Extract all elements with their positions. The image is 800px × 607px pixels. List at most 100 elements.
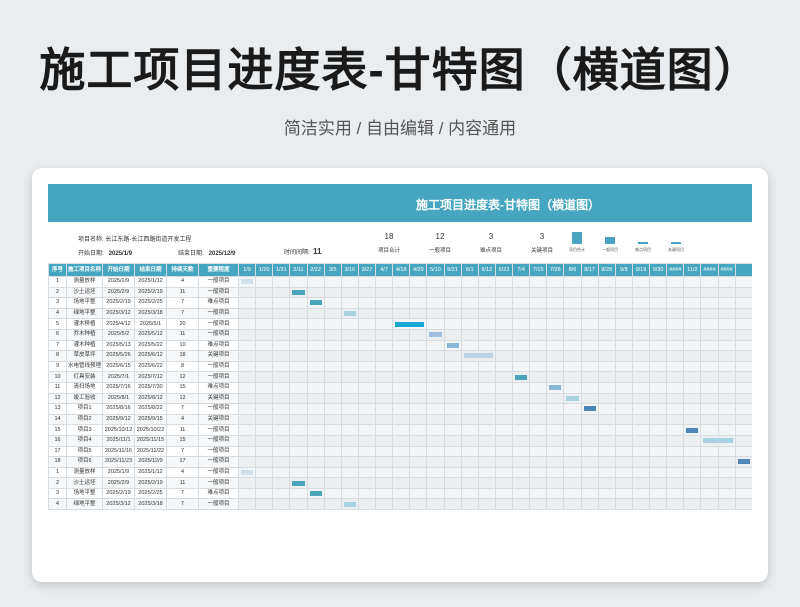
cell-days[interactable]: 18 [166, 350, 199, 362]
cell-level[interactable]: 关键项目 [198, 392, 239, 405]
cell-no[interactable]: 1 [48, 466, 67, 479]
cell-start[interactable]: 2025/1/9 [102, 276, 135, 288]
cell-level[interactable]: 一般项目 [198, 307, 239, 320]
cell-no[interactable]: 11 [48, 381, 67, 394]
cell-name[interactable]: 项目6 [66, 456, 103, 468]
cell-level[interactable]: 一般项目 [198, 286, 239, 299]
cell-end[interactable]: 2025/2/25 [134, 297, 167, 309]
cell-start[interactable]: 2025/2/9 [102, 477, 135, 489]
date-column-header[interactable]: 2/22 [306, 263, 325, 277]
date-column-header[interactable]: 4/18 [392, 263, 411, 277]
cell-days[interactable]: 20 [166, 318, 199, 330]
table-row[interactable]: 8 草皮草坪 2025/5/26 2025/6/12 18 关键项目 [48, 350, 752, 362]
cell-level[interactable]: 一般项目 [198, 360, 239, 373]
column-header[interactable]: 施工项目名称 [66, 263, 103, 277]
date-column-header[interactable] [734, 263, 752, 277]
cell-level[interactable]: 难点项目 [198, 487, 239, 500]
cell-days[interactable]: 7 [166, 445, 199, 458]
date-column-header[interactable]: 1/31 [272, 263, 291, 277]
cell-no[interactable]: 1 [48, 276, 67, 288]
cell-days[interactable]: 4 [166, 413, 199, 426]
cell-name[interactable]: 灌木种植 [66, 339, 103, 352]
cell-start[interactable]: 2025/9/12 [102, 413, 135, 426]
date-column-header[interactable]: 5/10 [426, 263, 445, 277]
cell-no[interactable]: 6 [48, 328, 67, 341]
table-row[interactable]: 14 项目2 2025/9/12 2025/9/15 4 关键项目 [48, 413, 752, 426]
cell-level[interactable]: 一般项目 [198, 456, 239, 468]
table-row[interactable]: 18 项目6 2025/11/23 2025/12/9 17 一般项目 [48, 456, 752, 468]
table-row[interactable]: 6 乔木种植 2025/5/2 2025/5/12 11 一般项目 [48, 328, 752, 341]
cell-no[interactable]: 8 [48, 350, 67, 362]
cell-start[interactable]: 2025/4/12 [102, 318, 135, 330]
end-date-value[interactable]: 2025/12/9 [209, 251, 236, 257]
column-header[interactable]: 重要程度 [198, 263, 239, 277]
project-name-value[interactable]: 长江东路-长江西路街道开发工程 [105, 237, 191, 243]
cell-end[interactable]: 2025/5/12 [134, 328, 167, 341]
cell-end[interactable]: 2025/3/18 [134, 307, 167, 320]
date-column-header[interactable]: 7/26 [546, 263, 565, 277]
cell-days[interactable]: 8 [166, 360, 199, 373]
start-date-value[interactable]: 2025/1/9 [109, 251, 132, 257]
cell-no[interactable]: 3 [48, 487, 67, 500]
table-row[interactable]: 15 项目3 2025/10/12 2025/10/22 11 一般项目 [48, 424, 752, 436]
column-header[interactable]: 序号 [48, 263, 67, 277]
cell-no[interactable]: 10 [48, 371, 67, 383]
cell-name[interactable]: 项目2 [66, 413, 103, 426]
cell-days[interactable]: 11 [166, 477, 199, 489]
cell-name[interactable]: 乔木种植 [66, 328, 103, 341]
date-column-header[interactable]: 4/29 [409, 263, 428, 277]
cell-name[interactable]: 清扫场地 [66, 381, 103, 394]
date-column-header[interactable]: 3/27 [357, 263, 377, 277]
cell-name[interactable]: 沙土运坯 [66, 286, 103, 299]
cell-end[interactable]: 2025/5/1 [134, 318, 167, 330]
cell-name[interactable]: 灌木移植 [66, 318, 103, 330]
cell-name[interactable]: 测量放样 [66, 276, 103, 288]
cell-end[interactable]: 2025/1/12 [134, 466, 167, 479]
cell-end[interactable]: 2025/11/22 [134, 445, 167, 458]
cell-start[interactable]: 2025/6/15 [102, 360, 135, 373]
cell-no[interactable]: 18 [48, 456, 67, 468]
table-row[interactable]: 12 竣工验收 2025/8/1 2025/8/12 12 关键项目 [48, 392, 752, 405]
cell-start[interactable]: 2025/11/23 [102, 456, 135, 468]
cell-level[interactable]: 一般项目 [198, 276, 239, 288]
cell-days[interactable]: 7 [166, 487, 199, 500]
cell-days[interactable]: 11 [166, 286, 199, 299]
table-row[interactable]: 4 绿地平整 2025/3/12 2025/3/18 7 一般项目 [48, 307, 752, 320]
date-column-header[interactable]: 5/21 [443, 263, 462, 277]
cell-days[interactable]: 7 [166, 403, 199, 415]
cell-no[interactable]: 9 [48, 360, 67, 373]
cell-level[interactable]: 一般项目 [198, 318, 239, 330]
cell-start[interactable]: 2025/5/13 [102, 339, 135, 352]
date-column-header[interactable]: 2/11 [289, 263, 308, 277]
cell-start[interactable]: 2025/8/1 [102, 392, 135, 405]
date-column-header[interactable]: 6/12 [477, 263, 496, 277]
cell-no[interactable]: 15 [48, 424, 67, 436]
cell-days[interactable]: 12 [166, 392, 199, 405]
cell-no[interactable]: 7 [48, 339, 67, 352]
table-row[interactable]: 3 场地平整 2025/2/19 2025/2/25 7 难点项目 [48, 487, 752, 500]
cell-name[interactable]: 项目5 [66, 445, 103, 458]
date-column-header[interactable]: 11/2 [683, 263, 702, 277]
date-column-header[interactable]: 8/6 [563, 263, 582, 277]
table-row[interactable]: 2 沙土运坯 2025/2/9 2025/2/19 11 一般项目 [48, 286, 752, 299]
cell-no[interactable]: 12 [48, 392, 67, 405]
cell-level[interactable]: 一般项目 [198, 328, 239, 341]
cell-end[interactable]: 2025/1/12 [134, 276, 167, 288]
cell-name[interactable]: 灯具安装 [66, 371, 103, 383]
cell-end[interactable]: 2025/3/18 [134, 498, 167, 511]
column-header[interactable]: 开始日期 [102, 263, 135, 277]
cell-no[interactable]: 13 [48, 403, 67, 415]
cell-start[interactable]: 2025/3/12 [102, 498, 135, 511]
cell-no[interactable]: 14 [48, 413, 67, 426]
date-column-header[interactable]: 1/20 [255, 263, 274, 277]
table-row[interactable]: 1 测量放样 2025/1/9 2025/1/12 4 一般项目 [48, 466, 752, 479]
table-row[interactable]: 11 清扫场地 2025/7/16 2025/7/30 15 难点项目 [48, 381, 752, 394]
cell-start[interactable]: 2025/2/19 [102, 487, 135, 500]
cell-no[interactable]: 16 [48, 434, 67, 447]
cell-name[interactable]: 场地平整 [66, 297, 103, 309]
cell-end[interactable]: 2025/6/22 [134, 360, 167, 373]
date-column-header[interactable]: #### [700, 263, 719, 277]
table-row[interactable]: 16 项目4 2025/11/1 2025/11/15 15 一般项目 [48, 434, 752, 447]
date-column-header[interactable]: 8/28 [597, 263, 616, 277]
date-column-header[interactable]: 4/7 [374, 263, 394, 277]
